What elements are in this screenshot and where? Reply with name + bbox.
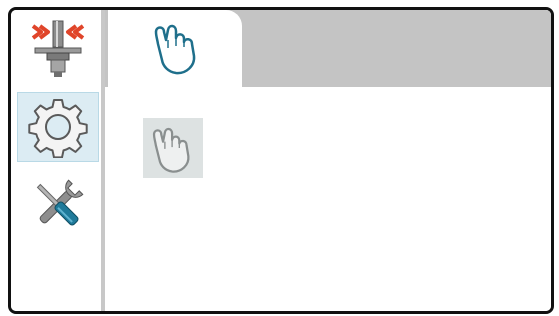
press-fit-icon [31,20,85,77]
sidebar [11,10,103,311]
app-window [8,7,554,314]
touch-tile[interactable] [143,118,203,178]
sidebar-item-settings[interactable] [17,92,99,162]
tab-touch[interactable] [108,10,242,90]
hand-pointer-icon [154,24,196,75]
main-panel [105,10,551,311]
gear-icon [28,99,88,158]
sidebar-item-press[interactable] [17,14,99,84]
tab-label [108,10,109,11]
sidebar-item-tools[interactable] [17,170,99,240]
hand-pointer-icon [152,127,190,173]
tools-icon [36,179,84,226]
